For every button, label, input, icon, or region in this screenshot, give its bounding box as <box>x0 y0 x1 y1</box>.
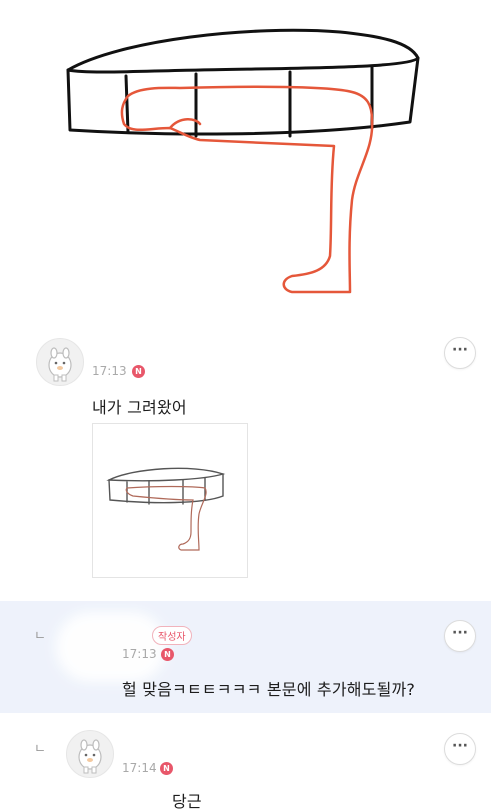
new-badge: N <box>161 648 174 661</box>
comment-time: 17:13 <box>122 647 157 661</box>
leg-outline <box>120 85 374 294</box>
comment-text: 내가 그려왔어 <box>92 398 187 417</box>
comment-time: 17:14 <box>122 761 157 775</box>
more-options-button[interactable]: ··· <box>444 733 476 765</box>
author-tag: 작성자 <box>152 626 192 645</box>
comment-attached-image[interactable] <box>92 423 248 578</box>
reply-2: ㄴ 17:14 N ··· 당근 <box>0 726 491 811</box>
table-outline <box>66 28 420 138</box>
more-options-button[interactable]: ··· <box>444 620 476 652</box>
avatar-character-icon <box>48 347 72 382</box>
sketch-image-main <box>66 28 420 294</box>
avatar[interactable] <box>36 338 84 386</box>
reply-indicator: ㄴ <box>34 629 46 644</box>
reply-text: 헐 맞음ㅋㅌㅌㅋㅋㅋ 본문에 추가해도될까? <box>122 680 416 699</box>
sketch-thumbnail <box>106 467 226 551</box>
avatar-character-icon <box>78 739 102 774</box>
more-options-button[interactable]: ··· <box>444 337 476 369</box>
new-badge: N <box>160 762 173 775</box>
avatar[interactable] <box>66 730 114 778</box>
reply-indicator: ㄴ <box>34 742 46 757</box>
reply-text: 당근 <box>172 792 202 811</box>
new-badge: N <box>132 365 145 378</box>
comment-time: 17:13 <box>92 364 127 378</box>
